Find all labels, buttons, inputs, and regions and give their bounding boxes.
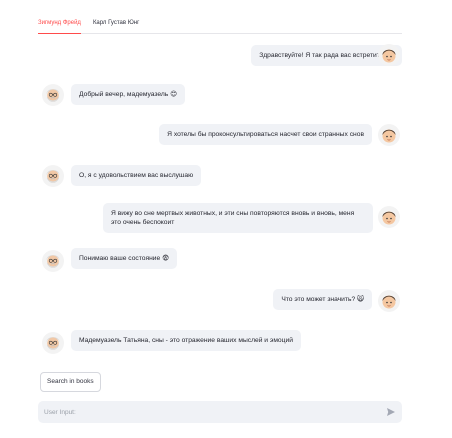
chat-input-container — [38, 401, 402, 423]
chat-message-user: Я хотелы бы проконсультироваться насчет … — [159, 124, 372, 145]
user-avatar-icon — [378, 44, 400, 66]
chat-message-bot: О, я с удовольствием вас выслушаю — [71, 165, 202, 186]
chat-message-bot: Понимаю ваше состояние 😨 — [71, 248, 178, 269]
send-icon[interactable] — [380, 401, 402, 423]
user-avatar-icon — [378, 290, 400, 312]
message-text: Добрый вечер, мадемуазель 😊 — [71, 84, 186, 105]
chat-message-bot: Добрый вечер, мадемуазель 😊 — [71, 84, 186, 105]
freud-avatar-icon — [42, 165, 64, 187]
message-text: Я хотелы бы проконсультироваться насчет … — [159, 124, 372, 145]
message-text: Я вижу во сне мертвых животных, и эти сн… — [103, 203, 373, 233]
chat-input[interactable] — [38, 401, 380, 423]
message-text: Понимаю ваше состояние 😨 — [71, 248, 178, 269]
message-text: О, я с удовольствием вас выслушаю — [71, 165, 202, 186]
search-in-books-button[interactable]: Search in books — [40, 372, 101, 392]
freud-avatar-icon — [42, 332, 64, 354]
freud-avatar-icon — [42, 250, 64, 272]
chat-message-user: Что это может значить? 🙀 — [273, 289, 372, 310]
tab-bar: Зигмунд Фрейд Карл Густав Юнг — [38, 12, 402, 34]
freud-avatar-icon — [42, 84, 64, 106]
tab-freud[interactable]: Зигмунд Фрейд — [38, 12, 81, 34]
message-text: Что это может значить? 🙀 — [273, 289, 372, 310]
tab-jung[interactable]: Карл Густав Юнг — [93, 12, 139, 34]
message-text: Мадемуазель Татьяна, сны - это отражение… — [71, 330, 301, 351]
user-avatar-icon — [378, 206, 400, 228]
chat-message-bot: Мадемуазель Татьяна, сны - это отражение… — [71, 330, 337, 351]
chat-message-user: Я вижу во сне мертвых животных, и эти сн… — [103, 203, 373, 233]
user-avatar-icon — [378, 124, 400, 146]
